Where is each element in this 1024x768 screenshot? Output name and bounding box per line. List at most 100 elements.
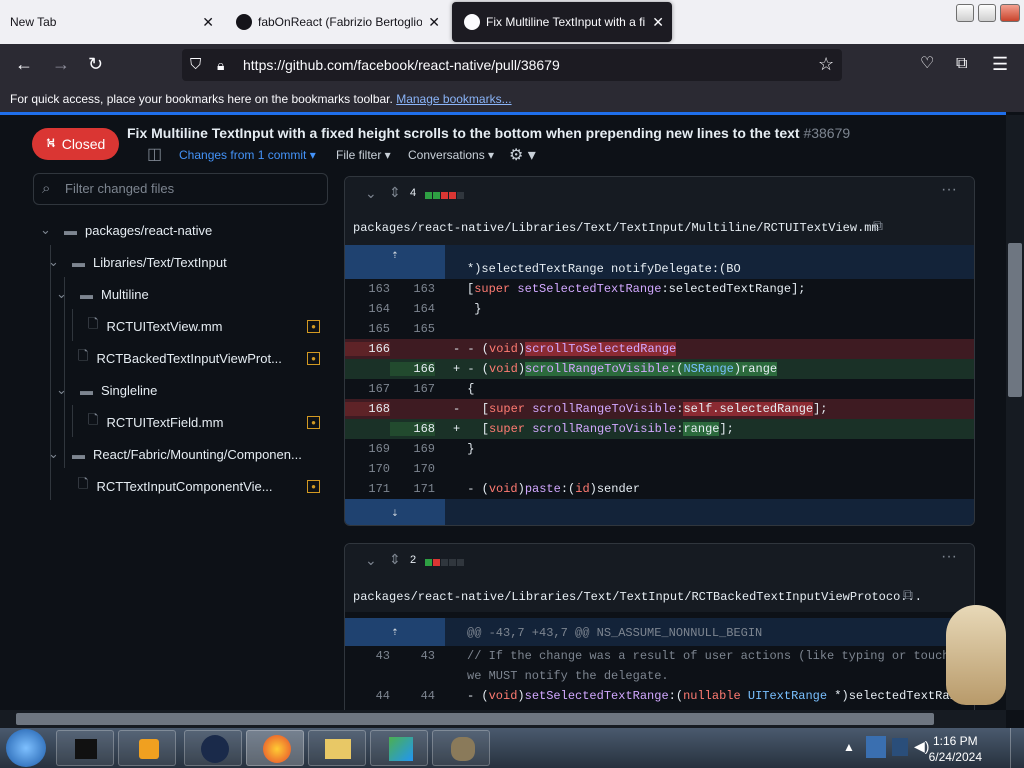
old-line-number[interactable]: 43 xyxy=(345,649,390,663)
chevron-down-icon[interactable]: ⌄ xyxy=(365,185,377,202)
new-line-number[interactable]: 44 xyxy=(390,689,435,703)
scrollbar-thumb[interactable] xyxy=(16,713,934,725)
close-icon[interactable]: ✕ xyxy=(202,14,214,31)
tree-file-rctuitextfield[interactable]: 🗋 RCTUITextField.mm ● xyxy=(88,408,320,436)
new-line-number[interactable]: 43 xyxy=(390,649,435,663)
new-line-number[interactable]: 166 xyxy=(390,362,435,376)
taskbar-clock[interactable]: 1:16 PM 6/24/2024 xyxy=(929,733,982,765)
taskbar-app-gimp[interactable] xyxy=(432,730,490,766)
tab-pull-request[interactable]: Fix Multiline TextInput with a fi ✕ xyxy=(452,2,672,42)
diffstat-neutral xyxy=(457,559,464,566)
old-line-number[interactable]: 171 xyxy=(345,482,390,496)
back-arrow-icon[interactable]: ← xyxy=(15,54,33,74)
tree-item-label: packages/react-native xyxy=(85,222,213,238)
taskbar-app-explorer[interactable] xyxy=(308,730,366,766)
copy-icon[interactable]: ⧉ xyxy=(873,217,883,234)
taskbar-app-browser[interactable] xyxy=(184,730,242,766)
filter-changed-files[interactable]: ⌕ xyxy=(33,173,328,205)
new-line-number[interactable]: 169 xyxy=(390,442,435,456)
filter-input[interactable] xyxy=(65,181,315,196)
tree-folder-packages[interactable]: ⌄ ▬ packages/react-native xyxy=(40,216,212,244)
tab-github-profile[interactable]: fabOnReact (Fabrizio Bertoglio) ✕ xyxy=(224,2,448,42)
manage-bookmarks-link[interactable]: Manage bookmarks... xyxy=(396,92,511,106)
address-bar[interactable]: ⛉ 🔒︎ https://github.com/facebook/react-n… xyxy=(182,49,842,81)
copy-icon[interactable]: ⧉ xyxy=(903,586,913,603)
lock-icon[interactable]: 🔒︎ xyxy=(217,55,224,75)
horizontal-scrollbar[interactable] xyxy=(0,710,1006,728)
hunk-header-row: ⇡ @@ -43,7 +43,7 @@ NS_ASSUME_NONNULL_BE… xyxy=(345,618,974,646)
pocket-icon[interactable]: ♡ xyxy=(920,54,934,74)
tree-file-componentview[interactable]: 🗋 RCTTextInputComponentVie... ● xyxy=(78,472,320,500)
old-line-number[interactable]: 170 xyxy=(345,462,390,476)
tree-folder-singleline[interactable]: ⌄ ▬ Singleline xyxy=(56,376,157,404)
tree-folder-textinput[interactable]: ⌄ ▬ Libraries/Text/TextInput xyxy=(48,248,227,276)
expand-all-icon[interactable]: ⇕ xyxy=(389,551,401,568)
more-options-icon[interactable]: ··· xyxy=(941,548,957,566)
old-line-number[interactable]: 163 xyxy=(345,282,390,296)
old-line-number[interactable]: 167 xyxy=(345,382,390,396)
old-line-number[interactable]: 166 xyxy=(345,342,390,356)
forward-arrow-icon[interactable]: → xyxy=(52,54,70,74)
vertical-scrollbar[interactable] xyxy=(1006,115,1024,710)
expand-down-icon[interactable]: ⇣ xyxy=(345,499,445,525)
taskbar-app-media[interactable] xyxy=(118,730,176,766)
close-icon[interactable]: ✕ xyxy=(428,14,440,31)
tree-item-label: Singleline xyxy=(101,382,158,398)
tree-file-rctuitextview[interactable]: 🗋 RCTUITextView.mm ● xyxy=(88,312,320,340)
new-line-number[interactable]: 171 xyxy=(390,482,435,496)
tree-file-backedtextinput[interactable]: 🗋 RCTBackedTextInputViewProt... ● xyxy=(78,344,320,372)
old-line-number[interactable]: 164 xyxy=(345,302,390,316)
url-text[interactable]: https://github.com/facebook/react-native… xyxy=(243,57,560,73)
chevron-down-icon[interactable]: ⌄ xyxy=(365,552,377,569)
battery-icon[interactable] xyxy=(892,738,908,756)
file-icon: 🗋 xyxy=(88,412,99,427)
new-line-number[interactable]: 168 xyxy=(390,422,435,436)
new-line-number[interactable]: 167 xyxy=(390,382,435,396)
conversations-dropdown[interactable]: Conversations ▾ xyxy=(408,148,494,162)
old-line-number[interactable]: 168 xyxy=(345,402,390,416)
close-icon[interactable]: ✕ xyxy=(652,14,664,31)
maximize-button[interactable] xyxy=(978,4,996,22)
shield-icon[interactable]: ⛉ xyxy=(190,55,201,75)
tree-item-label: RCTBackedTextInputViewProt... xyxy=(96,350,282,366)
file-filter-dropdown[interactable]: File filter ▾ xyxy=(336,148,391,162)
bookmark-star-icon[interactable]: ☆ xyxy=(818,54,834,74)
new-line-number[interactable]: 170 xyxy=(390,462,435,476)
sidebar-toggle-icon[interactable]: ◫ xyxy=(147,144,162,164)
code-text: - (void)paste:(id)sender xyxy=(460,482,641,496)
tab-new-tab[interactable]: New Tab ✕ xyxy=(0,2,222,42)
gear-icon[interactable]: ⚙︎ ▾ xyxy=(509,145,536,165)
new-line-number[interactable]: 163 xyxy=(390,282,435,296)
taskbar-app-firefox[interactable] xyxy=(246,730,304,766)
scrollbar-thumb[interactable] xyxy=(1008,243,1022,397)
old-line-number[interactable]: 44 xyxy=(345,689,390,703)
new-line-number[interactable]: 164 xyxy=(390,302,435,316)
expand-all-icon[interactable]: ⇕ xyxy=(389,184,401,201)
start-button[interactable] xyxy=(6,729,46,767)
more-options-icon[interactable]: ··· xyxy=(941,181,957,199)
diff-line-added: 168 + [super scrollRangeToVisible:range]… xyxy=(345,419,974,439)
expand-up-icon[interactable]: ⇡ xyxy=(345,618,445,646)
show-hidden-icons[interactable]: ▲ xyxy=(843,740,855,754)
minimize-button[interactable] xyxy=(956,4,974,22)
reload-icon[interactable]: ↻ xyxy=(88,54,103,74)
page-title: Fix Multiline TextInput with a fixed hei… xyxy=(127,125,850,141)
expand-up-icon[interactable]: ⇡ xyxy=(345,245,445,279)
menu-icon[interactable]: ☰ xyxy=(992,54,1008,74)
changes-from-commit-dropdown[interactable]: Changes from 1 commit ▾ xyxy=(179,148,316,162)
old-line-number[interactable]: 165 xyxy=(345,322,390,336)
desktop-pet-image[interactable] xyxy=(946,605,1006,705)
volume-icon[interactable]: ◀) xyxy=(914,738,929,755)
close-window-button[interactable] xyxy=(1000,4,1020,22)
extensions-icon[interactable]: ⧉ xyxy=(956,54,967,74)
show-desktop-button[interactable] xyxy=(1010,728,1024,768)
network-icon[interactable] xyxy=(866,736,886,758)
taskbar-app-control-panel[interactable] xyxy=(370,730,428,766)
taskbar-app-terminal[interactable] xyxy=(56,730,114,766)
old-line-number[interactable]: 169 xyxy=(345,442,390,456)
tree-folder-fabric[interactable]: ⌄ ▬ React/Fabric/Mounting/Componen... xyxy=(48,440,302,468)
tree-folder-multiline[interactable]: ⌄ ▬ Multiline xyxy=(56,280,149,308)
new-line-number[interactable]: 165 xyxy=(390,322,435,336)
diff-line: we MUST notify the delegate. xyxy=(345,666,974,686)
code-text: } xyxy=(467,302,482,316)
